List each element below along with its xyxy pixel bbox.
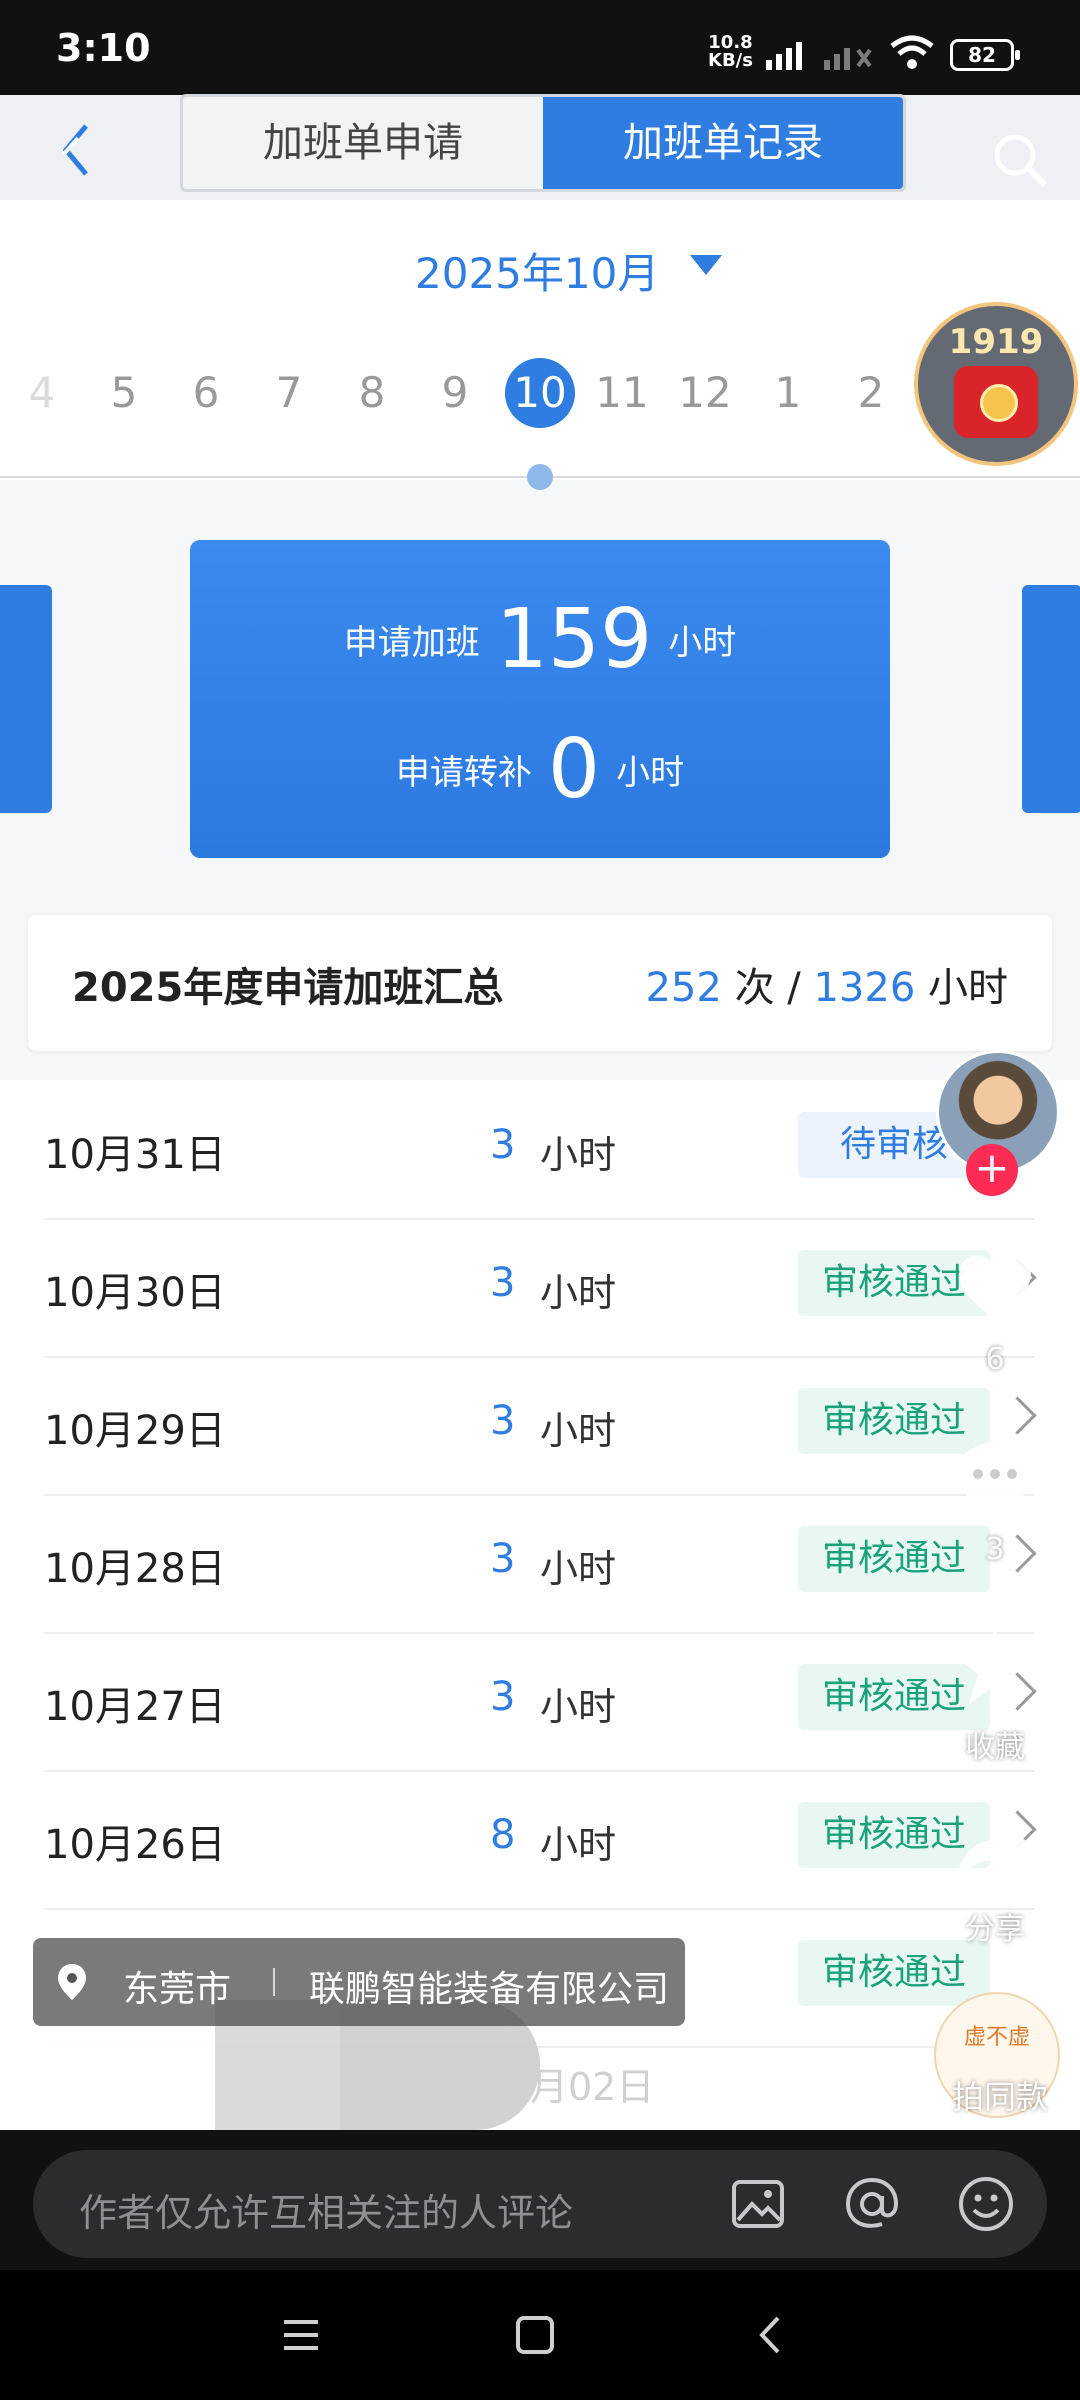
comp-hours: 0 [547, 722, 601, 817]
record-row[interactable]: 10月31日 3 小时 待审核 [44, 1080, 1037, 1220]
record-date: 10月31日 [44, 1132, 226, 1178]
heart-icon[interactable] [950, 1242, 1040, 1332]
emoji-icon[interactable] [956, 2174, 1016, 2234]
back-icon[interactable] [746, 2310, 796, 2360]
home-square-icon[interactable] [510, 2310, 560, 2360]
day-7[interactable]: 7 [259, 368, 319, 417]
annual-stat: 252 次 / 1326 小时 [645, 955, 1008, 1013]
comp-unit: 小时 [616, 753, 685, 793]
timeline-indicator [527, 464, 553, 490]
record-row[interactable]: 10月27日 3 小时 审核通过 [44, 1632, 1037, 1772]
dropdown-triangle-icon[interactable] [690, 255, 722, 275]
day-9[interactable]: 9 [425, 368, 485, 417]
record-hours: 8 [490, 1812, 516, 1858]
day-6[interactable]: 6 [176, 368, 236, 417]
overtime-unit: 小时 [668, 623, 737, 663]
record-date: 10月27日 [44, 1684, 226, 1730]
menu-icon[interactable] [276, 2310, 326, 2360]
share-icon[interactable] [950, 1808, 1040, 1898]
record-row[interactable]: 10月30日 3 小时 审核通过 [44, 1218, 1037, 1358]
record-unit: 小时 [540, 1547, 617, 1591]
next-month-card[interactable] [1022, 585, 1080, 813]
day-11[interactable]: 11 [592, 368, 652, 417]
month-label[interactable]: 2025年10月 [415, 240, 659, 301]
month-summary-card: 申请加班 159 小时 申请转补 0 小时 [190, 540, 890, 858]
comment-placeholder: 作者仅允许互相关注的人评论 [79, 2191, 574, 2235]
prev-month-card[interactable] [0, 585, 52, 813]
annual-hours-unit: 小时 [928, 965, 1008, 1011]
record-row[interactable]: 10月28日 3 小时 审核通过 [44, 1494, 1037, 1634]
record-hours: 3 [490, 1260, 516, 1306]
day-4[interactable]: 4 [12, 368, 72, 417]
record-unit: 小时 [540, 1685, 617, 1729]
record-unit: 小时 [540, 1409, 617, 1453]
annual-summary: 2025年度申请加班汇总 252 次 / 1326 小时 [28, 915, 1052, 1051]
location-company: 联鹏智能装备有限公司 [309, 1969, 670, 2010]
record-unit: 小时 [540, 1271, 617, 1315]
record-date: 10月29日 [44, 1408, 226, 1454]
blurred-date: 月02日 [530, 2065, 655, 2109]
record-hours: 3 [490, 1398, 516, 1444]
comp-label: 申请转补 [395, 753, 532, 793]
location-divider [273, 1968, 275, 1996]
comment-count: 3 [985, 1532, 1005, 1567]
chevron-right-icon [998, 1396, 1037, 1435]
location-chip[interactable]: 东莞市 联鹏智能装备有限公司 [33, 1938, 685, 2026]
tab-overtime-apply[interactable]: 加班单申请 [183, 97, 543, 189]
search-icon[interactable] [990, 130, 1050, 190]
comment-icon[interactable] [950, 1432, 1040, 1522]
record-tab-switch: 加班单申请 加班单记录 [180, 94, 906, 192]
same-style-label[interactable]: 拍同款 [920, 2072, 1080, 2118]
location-pin-icon [58, 1964, 86, 2000]
record-hours: 3 [490, 1122, 516, 1168]
wifi-icon [890, 35, 934, 69]
tab-overtime-records[interactable]: 加班单记录 [543, 97, 903, 189]
image-icon[interactable] [728, 2174, 788, 2234]
favorite-label: 收藏 [965, 1730, 1025, 1765]
location-city: 东莞市 [123, 1969, 232, 2010]
comp-summary: 申请转补 0 小时 [190, 722, 890, 817]
battery-indicator: 82 [950, 39, 1020, 71]
cell-signal-2-icon [824, 48, 872, 70]
like-count: 6 [985, 1342, 1005, 1377]
annual-separator: / [787, 965, 801, 1011]
star-icon[interactable] [950, 1622, 1040, 1712]
record-row[interactable]: 10月26日 8 小时 审核通过 [44, 1770, 1037, 1910]
record-row[interactable]: 10月29日 3 小时 审核通过 [44, 1356, 1037, 1496]
network-speed-unit: KB/s [708, 50, 753, 71]
back-arrow-icon[interactable] [56, 120, 96, 180]
record-hours: 3 [490, 1536, 516, 1582]
follow-plus-icon[interactable]: + [966, 1144, 1018, 1196]
overtime-label: 申请加班 [343, 623, 480, 663]
red-packet-count: 1919 [948, 322, 1044, 362]
day-2[interactable]: 2 [841, 368, 901, 417]
day-10-selected[interactable]: 10 [505, 358, 575, 428]
coin-icon [980, 384, 1018, 422]
record-date: 10月28日 [44, 1546, 226, 1592]
day-12[interactable]: 12 [675, 368, 735, 417]
record-unit: 小时 [540, 1823, 617, 1867]
annual-hours: 1326 [813, 965, 916, 1011]
day-5[interactable]: 5 [94, 368, 154, 417]
annual-count-unit: 次 [734, 965, 775, 1011]
record-date: 10月30日 [44, 1270, 226, 1316]
record-date: 10月26日 [44, 1822, 226, 1868]
network-speed: 10.8 KB/s [708, 34, 753, 70]
record-unit: 小时 [540, 1133, 617, 1177]
status-bar: 3:10 10.8 KB/s 82 [0, 0, 1080, 95]
cell-signal-icon [766, 42, 802, 70]
record-hours: 3 [490, 1674, 516, 1720]
share-label: 分享 [965, 1912, 1025, 1947]
annual-count: 252 [645, 965, 722, 1011]
at-mention-icon[interactable] [842, 2174, 902, 2234]
status-time: 3:10 [56, 26, 151, 70]
red-packet-widget[interactable]: 1919 [914, 302, 1078, 466]
annual-title: 2025年度申请加班汇总 [72, 965, 504, 1011]
overtime-summary: 申请加班 159 小时 [190, 592, 890, 687]
day-8[interactable]: 8 [342, 368, 402, 417]
day-1[interactable]: 1 [758, 368, 818, 417]
same-style-badge-text: 虚不虚 [963, 2025, 1030, 2050]
overtime-hours: 159 [495, 592, 653, 687]
